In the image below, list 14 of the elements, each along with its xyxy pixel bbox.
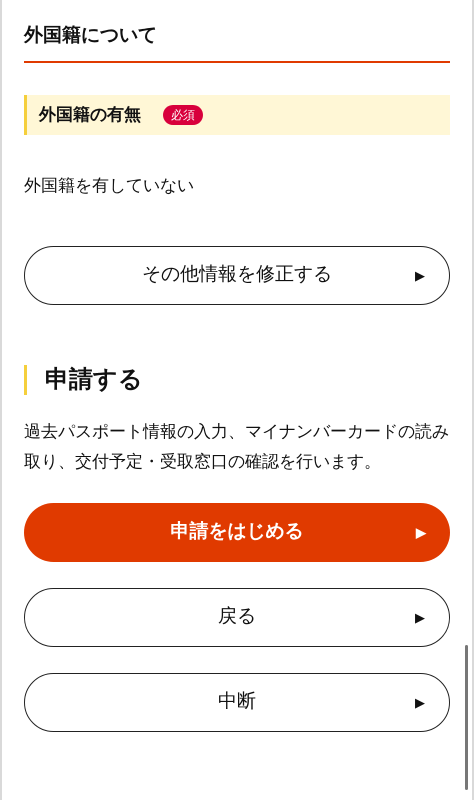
section-heading: 申請する bbox=[45, 365, 143, 395]
field-value: 外国籍を有していない bbox=[24, 174, 195, 196]
triangle-icon: ▶ bbox=[415, 608, 425, 628]
required-badge: 必須 bbox=[163, 104, 203, 124]
start-button[interactable]: 申請をはじめる ▶ bbox=[24, 503, 450, 562]
section-title: 外国籍について bbox=[24, 22, 450, 62]
triangle-icon: ▶ bbox=[415, 266, 425, 286]
description-text: 過去パスポート情報の入力、マイナンバーカードの読み取り、交付予定・受取窓口の確認を行います。 bbox=[24, 421, 450, 473]
outline-button[interactable]: その他情報を修正する ▶ bbox=[24, 246, 450, 305]
outline-button[interactable]: 中断 ▶ bbox=[24, 673, 450, 732]
triangle-icon: ▶ bbox=[416, 522, 426, 542]
triangle-icon: ▶ bbox=[415, 692, 425, 712]
field-label: 外国籍の有無 bbox=[39, 104, 141, 126]
outline-button[interactable]: 戻る ▶ bbox=[24, 588, 450, 647]
